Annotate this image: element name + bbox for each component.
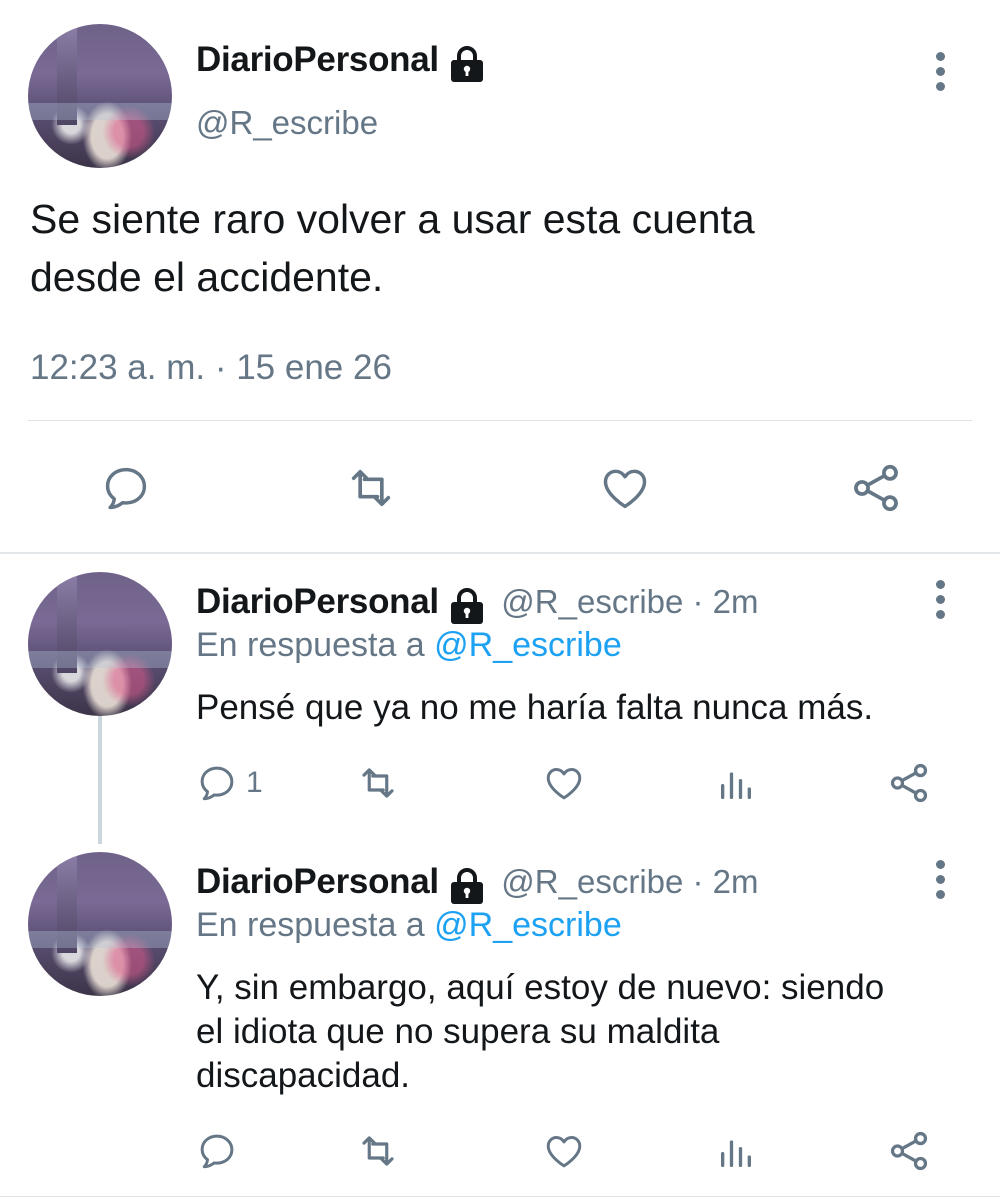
handle-time[interactable]: @R_escribe · 2m [501, 583, 758, 620]
reply-header: DiarioPersonal @R_escribe · 2m [196, 582, 759, 629]
reply-icon [200, 1134, 234, 1169]
lock-icon [447, 588, 487, 629]
like-button[interactable] [542, 1130, 586, 1172]
reply-to-mention[interactable]: @R_escribe [434, 626, 622, 664]
tweet-text-line: Se siente raro volver a usar esta cuenta [30, 196, 755, 242]
avatar[interactable] [28, 852, 172, 996]
reply-to-mention[interactable]: @R_escribe [434, 906, 622, 944]
reply-icon [105, 467, 147, 510]
retweet-button[interactable] [354, 762, 402, 804]
section-divider [0, 552, 1000, 554]
like-icon [546, 1136, 582, 1168]
more-options-icon[interactable] [936, 52, 946, 97]
handle-time[interactable]: @R_escribe · 2m [501, 863, 758, 900]
divider [28, 420, 972, 421]
thread-line [98, 716, 102, 844]
retweet-icon [362, 1136, 394, 1166]
retweet-button[interactable] [342, 462, 400, 514]
reply-text-line: Pensé que ya no me haría falta nunca más… [196, 688, 874, 727]
reply-icon [200, 766, 234, 801]
reply-count: 1 [246, 766, 263, 799]
handle[interactable]: @R_escribe [196, 104, 378, 142]
reply-header: DiarioPersonal @R_escribe · 2m [196, 862, 759, 909]
reply-button[interactable] [196, 1130, 246, 1172]
lock-icon [447, 868, 487, 909]
more-options-icon[interactable] [936, 580, 946, 625]
reply-to-line: En respuesta a @R_escribe [196, 626, 622, 665]
analytics-button[interactable] [716, 764, 756, 804]
reply-to-prefix: En respuesta a [196, 626, 425, 664]
reply-text-line: el idiota que no supera su maldita [196, 1012, 720, 1051]
reply-button[interactable]: 1 [196, 762, 263, 804]
reply-to-line: En respuesta a @R_escribe [196, 906, 622, 945]
reply-text: Pensé que ya no me haría falta nunca más… [196, 686, 873, 730]
author-name-row: DiarioPersonal [196, 40, 487, 87]
like-icon [546, 768, 582, 800]
like-icon [603, 469, 647, 509]
display-name[interactable]: DiarioPersonal [196, 582, 439, 621]
display-name[interactable]: DiarioPersonal [196, 40, 439, 79]
lock-icon [447, 46, 487, 87]
tweet-timestamp[interactable]: 12:23 a. m. · 15 ene 26 [30, 348, 392, 388]
tweet-text: Se siente raro volver a usar esta cuenta… [30, 190, 755, 306]
reply-text-line: Y, sin embargo, aquí estoy de nuevo: sie… [196, 968, 885, 1007]
like-button[interactable] [598, 462, 652, 514]
retweet-icon [351, 469, 391, 507]
share-button[interactable] [886, 1128, 932, 1174]
share-button[interactable] [848, 460, 904, 516]
reply-text-line: discapacidad. [196, 1056, 411, 1095]
avatar[interactable] [28, 24, 172, 168]
avatar[interactable] [28, 572, 172, 716]
divider [0, 1196, 1000, 1197]
retweet-button[interactable] [354, 1130, 402, 1172]
tweet-text-line: desde el accidente. [30, 254, 384, 300]
analytics-button[interactable] [716, 1132, 756, 1172]
more-options-icon[interactable] [936, 860, 946, 905]
share-icon [890, 763, 928, 803]
share-button[interactable] [886, 760, 932, 806]
reply-button[interactable] [100, 462, 152, 514]
reply-text: Y, sin embargo, aquí estoy de nuevo: sie… [196, 966, 884, 1098]
analytics-icon [721, 1140, 751, 1167]
share-icon [854, 464, 898, 512]
reply-to-prefix: En respuesta a [196, 906, 425, 944]
share-icon [890, 1131, 928, 1171]
retweet-icon [362, 768, 394, 798]
like-button[interactable] [542, 762, 586, 804]
analytics-icon [721, 772, 751, 799]
display-name[interactable]: DiarioPersonal [196, 862, 439, 901]
